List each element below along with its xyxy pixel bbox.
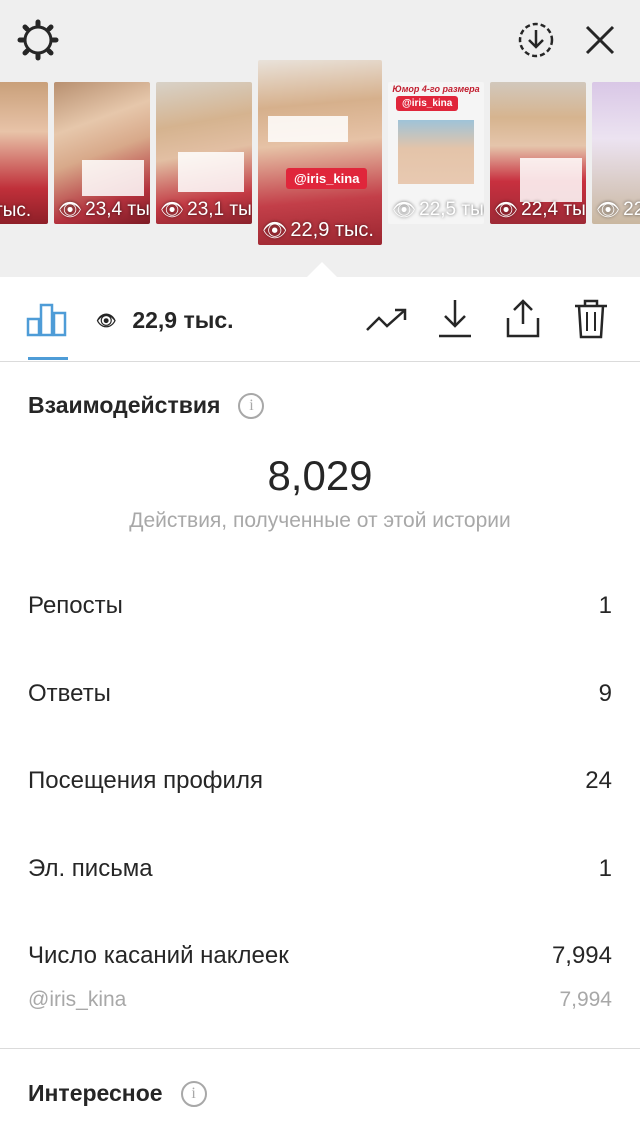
share-icon[interactable] (498, 295, 548, 343)
metric-label: Ответы (28, 680, 111, 707)
metric-value: 1 (598, 592, 612, 619)
view-count: 👁 23,4 ты (58, 199, 150, 221)
download-icon[interactable] (430, 295, 480, 343)
info-icon[interactable]: i (238, 392, 265, 419)
metric-subvalue: 7,994 (559, 988, 612, 1011)
active-tab-indicator (28, 357, 68, 360)
promote-trend-icon[interactable] (362, 295, 412, 343)
story-thumbnails-strip[interactable]: тыс. 👁23,4 ты 👁23,1 ты @iris_kina 👁22,9 … (0, 60, 640, 250)
eye-icon: 👁 (160, 200, 185, 221)
story-thumbnail[interactable]: тыс. (0, 82, 48, 224)
close-icon[interactable] (576, 16, 624, 64)
eye-icon: 👁 (58, 200, 83, 221)
metric-value: 9 (598, 680, 612, 707)
discovery-heading: Интересное i (28, 1080, 207, 1107)
insights-bar-chart-icon[interactable] (22, 295, 72, 343)
metric-value: 1 (598, 855, 612, 882)
metric-row-reposts: Репосты 1 (28, 592, 612, 620)
eye-icon: 👁 (96, 312, 117, 330)
story-thumbnail[interactable]: 👁 22,4 ты (490, 82, 586, 224)
metric-label: Посещения профиля (28, 767, 263, 794)
download-circle-icon[interactable] (512, 16, 560, 64)
view-count: 👁22,5 тыс (392, 199, 484, 221)
story-thumbnail-selected[interactable]: @iris_kina 👁 22,9 тыс. (258, 60, 382, 245)
interactions-heading: Взаимодействия i (28, 392, 265, 419)
stories-carousel-area: тыс. 👁23,4 ты 👁23,1 ты @iris_kina 👁22,9 … (0, 0, 640, 278)
sticker-mention: @iris_kina (286, 168, 368, 189)
interactions-description: Действия, полученные от этой истории (129, 509, 511, 532)
metric-row-replies: Ответы 9 (28, 680, 612, 708)
section-divider (0, 1048, 640, 1049)
story-toolbar: 👁 22,9 тыс. (0, 277, 640, 362)
interactions-total: 8,029 (267, 452, 373, 499)
selection-pointer (306, 262, 338, 278)
view-count: 👁 22,4 ты (494, 199, 586, 221)
info-icon[interactable]: i (180, 1080, 207, 1107)
eye-icon: 👁 (392, 200, 417, 221)
view-count: 👁 23,1 ты (160, 199, 252, 221)
view-count: тыс. (0, 200, 32, 221)
story-title: Юмор 4-го размера (392, 84, 480, 94)
metric-value: 24 (585, 767, 612, 794)
trash-icon[interactable] (566, 295, 616, 343)
view-count: 👁 22,9 тыс. (262, 219, 374, 242)
metric-label: Эл. письма (28, 855, 153, 882)
eye-icon: 👁 (596, 200, 621, 221)
view-count: 👁 22 (596, 199, 640, 221)
eye-icon: 👁 (494, 200, 519, 221)
metric-sublabel: @iris_kina (28, 988, 127, 1011)
story-thumbnail[interactable]: Юмор 4-го размера @iris_kina 👁22,5 тыс (388, 82, 484, 224)
settings-gear-icon[interactable] (14, 16, 62, 64)
metric-label: Репосты (28, 592, 123, 619)
metric-row-profile-visits: Посещения профиля 24 (28, 767, 612, 795)
views-count: 👁 22,9 тыс. (96, 307, 234, 333)
story-thumbnail[interactable]: 👁 23,1 ты (156, 82, 252, 224)
metric-row-sticker-taps: Число касаний наклеек 7,994 (28, 942, 612, 970)
metric-subrow-sticker-mention: @iris_kina 7,994 (28, 988, 612, 1012)
metric-value: 7,994 (551, 942, 612, 969)
story-thumbnail[interactable]: 👁 22 (592, 82, 640, 224)
eye-icon: 👁 (262, 220, 288, 242)
story-thumbnail[interactable]: 👁 23,4 ты (54, 82, 150, 224)
sticker-mention: @iris_kina (396, 96, 459, 111)
metric-row-emails: Эл. письма 1 (28, 855, 612, 883)
metric-label: Число касаний наклеек (28, 942, 289, 969)
